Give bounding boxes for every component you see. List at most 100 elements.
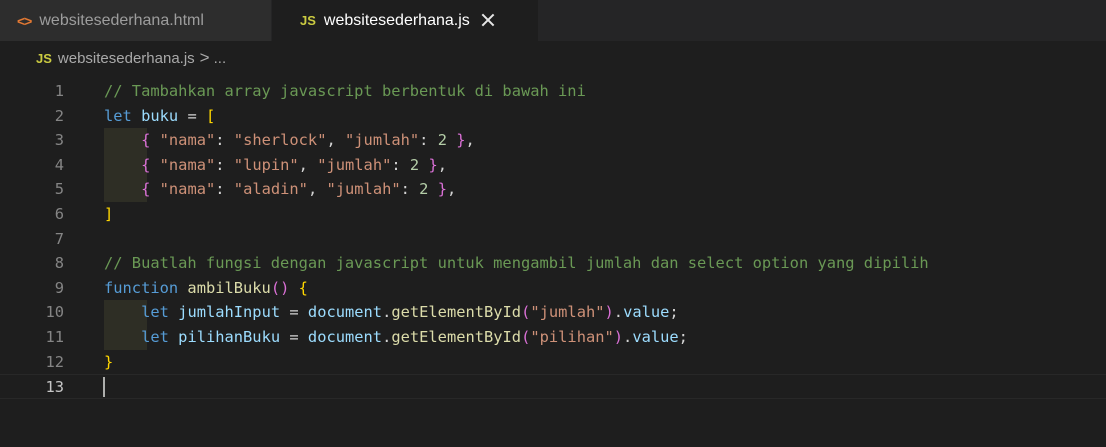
code-token: { (141, 180, 151, 199)
code-token: getElementById (391, 327, 522, 346)
code-token: . (382, 327, 392, 346)
js-file-icon: JS (36, 50, 52, 66)
code-line[interactable]: 6] (0, 202, 1106, 227)
breadcrumb-file[interactable]: websitesederhana.js (58, 50, 195, 67)
code-editor: <> websitesederhana.html JS websiteseder… (0, 0, 1106, 447)
code-token: : (391, 155, 410, 174)
line-content: ] (104, 202, 113, 227)
code-token: } (428, 155, 438, 174)
line-number: 5 (54, 180, 64, 199)
code-token: . (382, 303, 392, 322)
code-token: : (419, 131, 438, 150)
code-line[interactable]: 7 (0, 227, 1106, 252)
code-token: let (141, 303, 169, 322)
code-token: , (307, 180, 327, 199)
line-number: 13 (45, 378, 64, 397)
code-token: "sherlock" (233, 131, 327, 150)
line-content: function ambilBuku() { (104, 276, 308, 301)
code-token: "nama" (159, 131, 216, 150)
code-line[interactable]: 8 // Buatlah fungsi dengan javascript unt… (0, 251, 1106, 276)
code-token: , (447, 180, 457, 199)
code-line[interactable]: 4 { "nama": "lupin", "jumlah": 2 }, (0, 152, 1106, 178)
code-token: { (141, 155, 151, 174)
line-content: { "nama": "lupin", "jumlah": 2 }, (104, 153, 447, 178)
code-line[interactable]: 1 // Tambahkan array javascript berbentuk… (0, 79, 1106, 104)
code-token: 2 (409, 155, 420, 174)
line-content: { "nama": "aladin", "jumlah": 2 }, (104, 177, 456, 202)
code-token: value (632, 327, 679, 346)
code-token: let (104, 106, 132, 125)
js-file-icon: JS (300, 13, 316, 28)
code-token: { (141, 131, 151, 150)
tab-label: websitesederhana.js (323, 11, 470, 29)
close-icon[interactable] (480, 12, 496, 28)
code-token: () (270, 278, 290, 297)
code-token: "jumlah" (326, 180, 401, 199)
line-number: 10 (45, 303, 64, 322)
code-line[interactable]: 3 { "nama": "sherlock", "jumlah": 2 }, (0, 128, 1106, 153)
tab-websitesederhana-html[interactable]: <> websitesederhana.html (0, 0, 272, 41)
code-token: getElementById (391, 303, 522, 322)
code-token: ; (678, 327, 688, 346)
chevron-right-icon: > (199, 48, 210, 67)
code-token: = (280, 327, 308, 346)
line-number: 11 (45, 327, 64, 346)
line-number: 8 (54, 254, 64, 273)
code-token: , (437, 155, 448, 174)
code-token: "pilihan" (530, 327, 614, 346)
line-number: 12 (45, 352, 64, 371)
code-token: ) (613, 327, 624, 346)
code-token: document (307, 303, 383, 322)
line-content: let buku = [ (104, 104, 215, 129)
code-token: ambilBuku (187, 278, 271, 297)
code-line[interactable]: 13 (0, 374, 1106, 399)
breadcrumb-symbols[interactable]: ... (214, 50, 227, 67)
code-line[interactable]: 11 let pilihanBuku = document.getElement… (0, 324, 1106, 350)
code-token: : (215, 155, 234, 174)
code-token: "jumlah" (317, 155, 392, 174)
code-token: 2 (437, 131, 447, 150)
code-area[interactable]: 1 // Tambahkan array javascript berbentuk… (0, 79, 1106, 399)
code-token: : (215, 180, 234, 199)
line-number: 3 (54, 131, 64, 150)
code-token: "lupin" (233, 155, 299, 174)
code-token: = (178, 106, 206, 125)
code-token: : (215, 131, 234, 150)
code-token: } (104, 352, 114, 371)
text-cursor (103, 377, 105, 398)
tab-bar: <> websitesederhana.html JS websiteseder… (0, 0, 1106, 41)
line-content: } (104, 350, 113, 375)
code-line[interactable]: 9 function ambilBuku() { (0, 276, 1106, 301)
code-token: , (465, 131, 475, 150)
code-line[interactable]: 5 { "nama": "aladin", "jumlah": 2 }, (0, 177, 1106, 202)
line-content: { "nama": "sherlock", "jumlah": 2 }, (104, 128, 475, 153)
code-token: : (400, 180, 420, 199)
code-token: buku (141, 106, 179, 125)
code-token: "nama" (159, 155, 216, 174)
code-line[interactable]: 10 let jumlahInput = document.getElement… (0, 300, 1106, 325)
code-token: "jumlah" (345, 131, 420, 150)
code-token: "nama" (159, 180, 216, 199)
breadcrumb: JS websitesederhana.js > ... (0, 41, 1106, 75)
code-token: , (326, 131, 346, 150)
line-number: 1 (54, 82, 64, 100)
tab-websitesederhana-js[interactable]: JS websitesederhana.js (272, 0, 538, 41)
code-line[interactable]: 2 let buku = [ (0, 104, 1106, 129)
code-token: function (104, 278, 179, 297)
line-number: 7 (54, 229, 64, 248)
line-number: 6 (54, 204, 64, 223)
code-token: ] (104, 204, 114, 223)
code-line[interactable]: 12} (0, 350, 1106, 375)
code-token: [ (205, 106, 216, 125)
code-token: pilihanBuku (178, 327, 281, 346)
code-token: ) (604, 303, 614, 322)
line-content: // Buatlah fungsi dengan javascript untu… (104, 251, 929, 276)
